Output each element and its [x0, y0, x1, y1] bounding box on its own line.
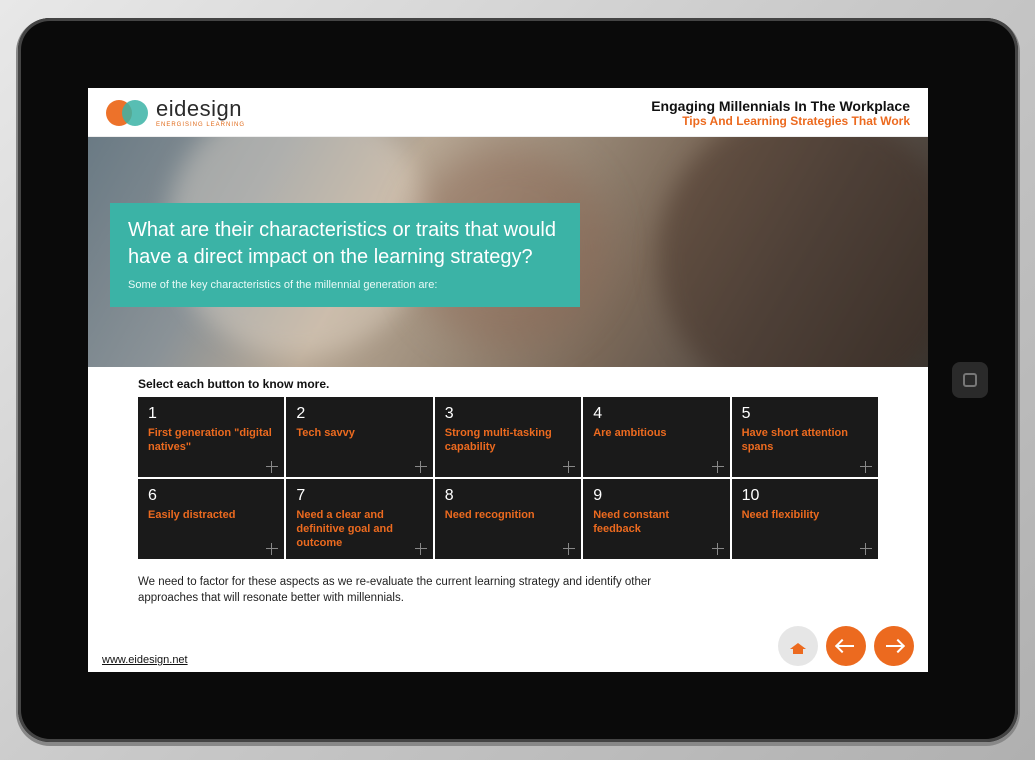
logo-tagline: ENERGISING LEARNING: [156, 122, 245, 128]
hero-subtitle: Some of the key characteristics of the m…: [128, 279, 562, 291]
tile-number: 8: [445, 487, 571, 505]
hero-banner: What are their characteristics or traits…: [88, 137, 928, 367]
tile-3[interactable]: 3 Strong multi-tasking capability: [435, 397, 581, 477]
tile-label: Strong multi-tasking capability: [445, 427, 571, 455]
hero-panel: What are their characteristics or traits…: [110, 203, 580, 307]
summary-text: We need to factor for these aspects as w…: [88, 565, 728, 606]
tile-label: Are ambitious: [593, 427, 719, 441]
tile-grid: 1 First generation "digital natives" 2 Tech…: [138, 397, 878, 559]
tile-4[interactable]: 4 Are ambitious: [583, 397, 729, 477]
instruction-text: Select each button to know more.: [138, 377, 878, 391]
tile-6[interactable]: 6 Easily distracted: [138, 479, 284, 559]
plus-icon: [563, 461, 575, 473]
plus-icon: [415, 543, 427, 555]
logo: eidesign ENERGISING LEARNING: [106, 98, 245, 128]
tile-10[interactable]: 10 Need flexibility: [732, 479, 878, 559]
tablet-home-button[interactable]: [952, 362, 988, 398]
screen: eidesign ENERGISING LEARNING Engaging Mi…: [88, 88, 928, 672]
website-link[interactable]: www.eidesign.net: [102, 654, 188, 666]
tile-number: 9: [593, 487, 719, 505]
tile-number: 6: [148, 487, 274, 505]
logo-circle-teal: [122, 100, 148, 126]
home-icon: [790, 639, 806, 653]
arrow-left-icon: [838, 645, 854, 647]
tablet-frame: eidesign ENERGISING LEARNING Engaging Mi…: [18, 18, 1018, 742]
tile-number: 2: [296, 405, 422, 423]
nav-controls: [778, 626, 914, 666]
previous-button[interactable]: [826, 626, 866, 666]
tile-label: Need recognition: [445, 509, 571, 523]
tile-9[interactable]: 9 Need constant feedback: [583, 479, 729, 559]
tile-label: Need a clear and definitive goal and out…: [296, 509, 422, 550]
course-subtitle: Tips And Learning Strategies That Work: [651, 114, 910, 128]
home-button-icon: [963, 373, 977, 387]
tile-number: 4: [593, 405, 719, 423]
tile-7[interactable]: 7 Need a clear and definitive goal and ou…: [286, 479, 432, 559]
plus-icon: [712, 543, 724, 555]
hero-question: What are their characteristics or traits…: [128, 217, 562, 271]
course-title: Engaging Millennials In The Workplace: [651, 98, 910, 114]
logo-text: eidesign: [156, 98, 245, 120]
tile-label: Need constant feedback: [593, 509, 719, 537]
arrow-right-icon: [886, 645, 902, 647]
logo-mark: [106, 99, 150, 127]
tile-label: Easily distracted: [148, 509, 274, 523]
tile-1[interactable]: 1 First generation "digital natives": [138, 397, 284, 477]
header: eidesign ENERGISING LEARNING Engaging Mi…: [88, 88, 928, 137]
plus-icon: [266, 461, 278, 473]
plus-icon: [860, 543, 872, 555]
tile-number: 7: [296, 487, 422, 505]
next-button[interactable]: [874, 626, 914, 666]
plus-icon: [415, 461, 427, 473]
tile-number: 1: [148, 405, 274, 423]
plus-icon: [712, 461, 724, 473]
tile-2[interactable]: 2 Tech savvy: [286, 397, 432, 477]
tile-label: First generation "digital natives": [148, 427, 274, 455]
tile-number: 5: [742, 405, 868, 423]
footer: www.eidesign.net: [88, 622, 928, 672]
home-button[interactable]: [778, 626, 818, 666]
tile-label: Have short attention spans: [742, 427, 868, 455]
tile-number: 3: [445, 405, 571, 423]
tile-label: Tech savvy: [296, 427, 422, 441]
tile-5[interactable]: 5 Have short attention spans: [732, 397, 878, 477]
tile-label: Need flexibility: [742, 509, 868, 523]
plus-icon: [860, 461, 872, 473]
plus-icon: [563, 543, 575, 555]
tile-8[interactable]: 8 Need recognition: [435, 479, 581, 559]
plus-icon: [266, 543, 278, 555]
tile-number: 10: [742, 487, 868, 505]
